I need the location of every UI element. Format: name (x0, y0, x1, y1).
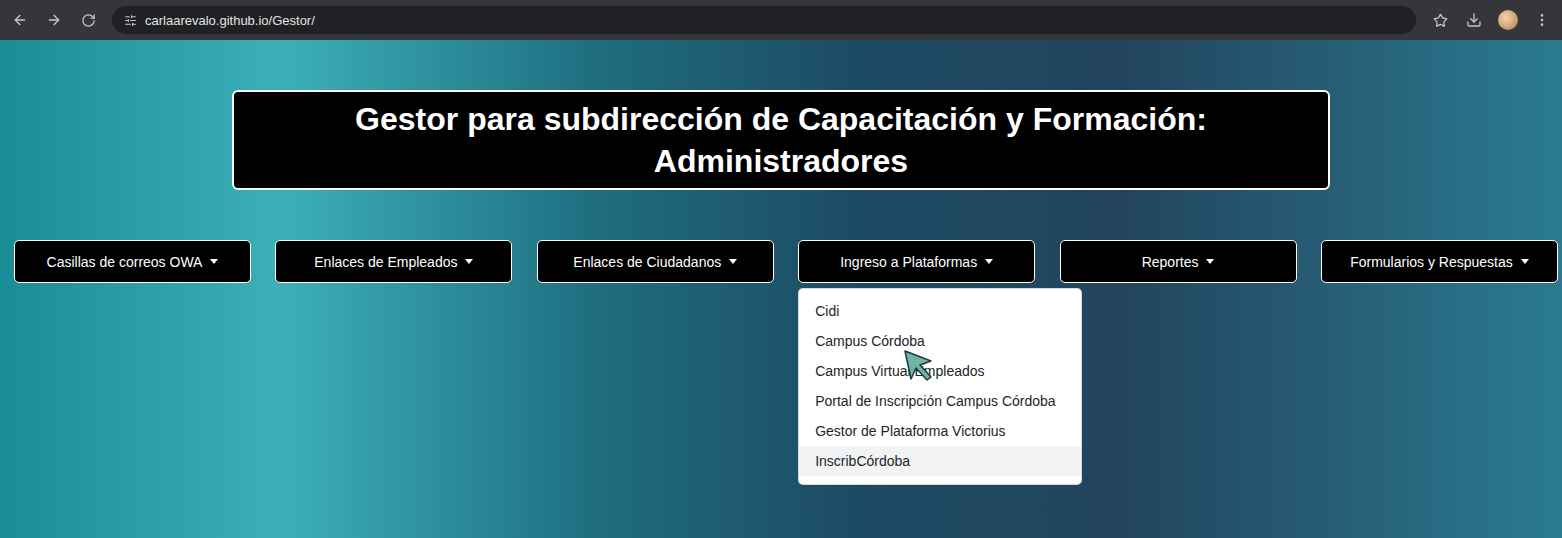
caret-icon (729, 259, 737, 264)
caret-icon (1206, 259, 1214, 264)
download-icon[interactable] (1464, 10, 1484, 30)
reload-icon[interactable] (78, 10, 98, 30)
dropdown-item[interactable]: InscribCórdoba (799, 446, 1081, 476)
dropdown-item[interactable]: Portal de Inscripción Campus Córdoba (799, 386, 1081, 416)
caret-icon (1521, 259, 1529, 264)
nav-dropdown: Casillas de correos OWA (14, 240, 251, 283)
mouse-cursor-icon (901, 347, 937, 383)
dropdown-item[interactable]: Campus Virtual Empleados (799, 356, 1081, 386)
nav-dropdown: Reportes (1060, 240, 1297, 283)
page-title: Gestor para subdirección de Capacitación… (294, 98, 1268, 182)
browser-toolbar: carlaarevalo.github.io/Gestor/ (0, 0, 1562, 40)
address-bar[interactable]: carlaarevalo.github.io/Gestor/ (112, 6, 1416, 34)
dropdown-item[interactable]: Cidi (799, 296, 1081, 326)
profile-avatar-icon[interactable] (1498, 10, 1518, 30)
nav-dropdown: Enlaces de Empleados (275, 240, 512, 283)
nav-button[interactable]: Formularios y Respuestas (1321, 240, 1558, 283)
caret-icon (465, 259, 473, 264)
page: Gestor para subdirección de Capacitación… (0, 40, 1562, 538)
menu-dots-icon[interactable] (1532, 10, 1552, 30)
dropdown-item[interactable]: Campus Córdoba (799, 326, 1081, 356)
nav-button[interactable]: Reportes (1060, 240, 1297, 283)
nav-button[interactable]: Ingreso a Plataformas (798, 240, 1035, 283)
nav-dropdown: Ingreso a PlataformasCidiCampus CórdobaC… (798, 240, 1035, 283)
nav-button[interactable]: Enlaces de Empleados (275, 240, 512, 283)
url-text: carlaarevalo.github.io/Gestor/ (145, 13, 315, 28)
caret-icon (210, 259, 218, 264)
forward-icon[interactable] (44, 10, 64, 30)
nav-dropdown: Formularios y Respuestas (1321, 240, 1558, 283)
browser-window: carlaarevalo.github.io/Gestor/Gestor par… (0, 0, 1562, 538)
title-box: Gestor para subdirección de Capacitación… (232, 90, 1330, 190)
nav-dropdown: Enlaces de Ciudadanos (537, 240, 774, 283)
bookmark-star-icon[interactable] (1430, 10, 1450, 30)
back-icon[interactable] (10, 10, 30, 30)
nav-bar: Casillas de correos OWA Enlaces de Emplea… (0, 240, 1562, 283)
nav-button[interactable]: Casillas de correos OWA (14, 240, 251, 283)
dropdown-item[interactable]: Gestor de Plataforma Victorius (799, 416, 1081, 446)
site-settings-icon[interactable] (124, 14, 137, 27)
nav-button[interactable]: Enlaces de Ciudadanos (537, 240, 774, 283)
caret-icon (985, 259, 993, 264)
dropdown-menu: CidiCampus CórdobaCampus Virtual Emplead… (798, 288, 1082, 485)
